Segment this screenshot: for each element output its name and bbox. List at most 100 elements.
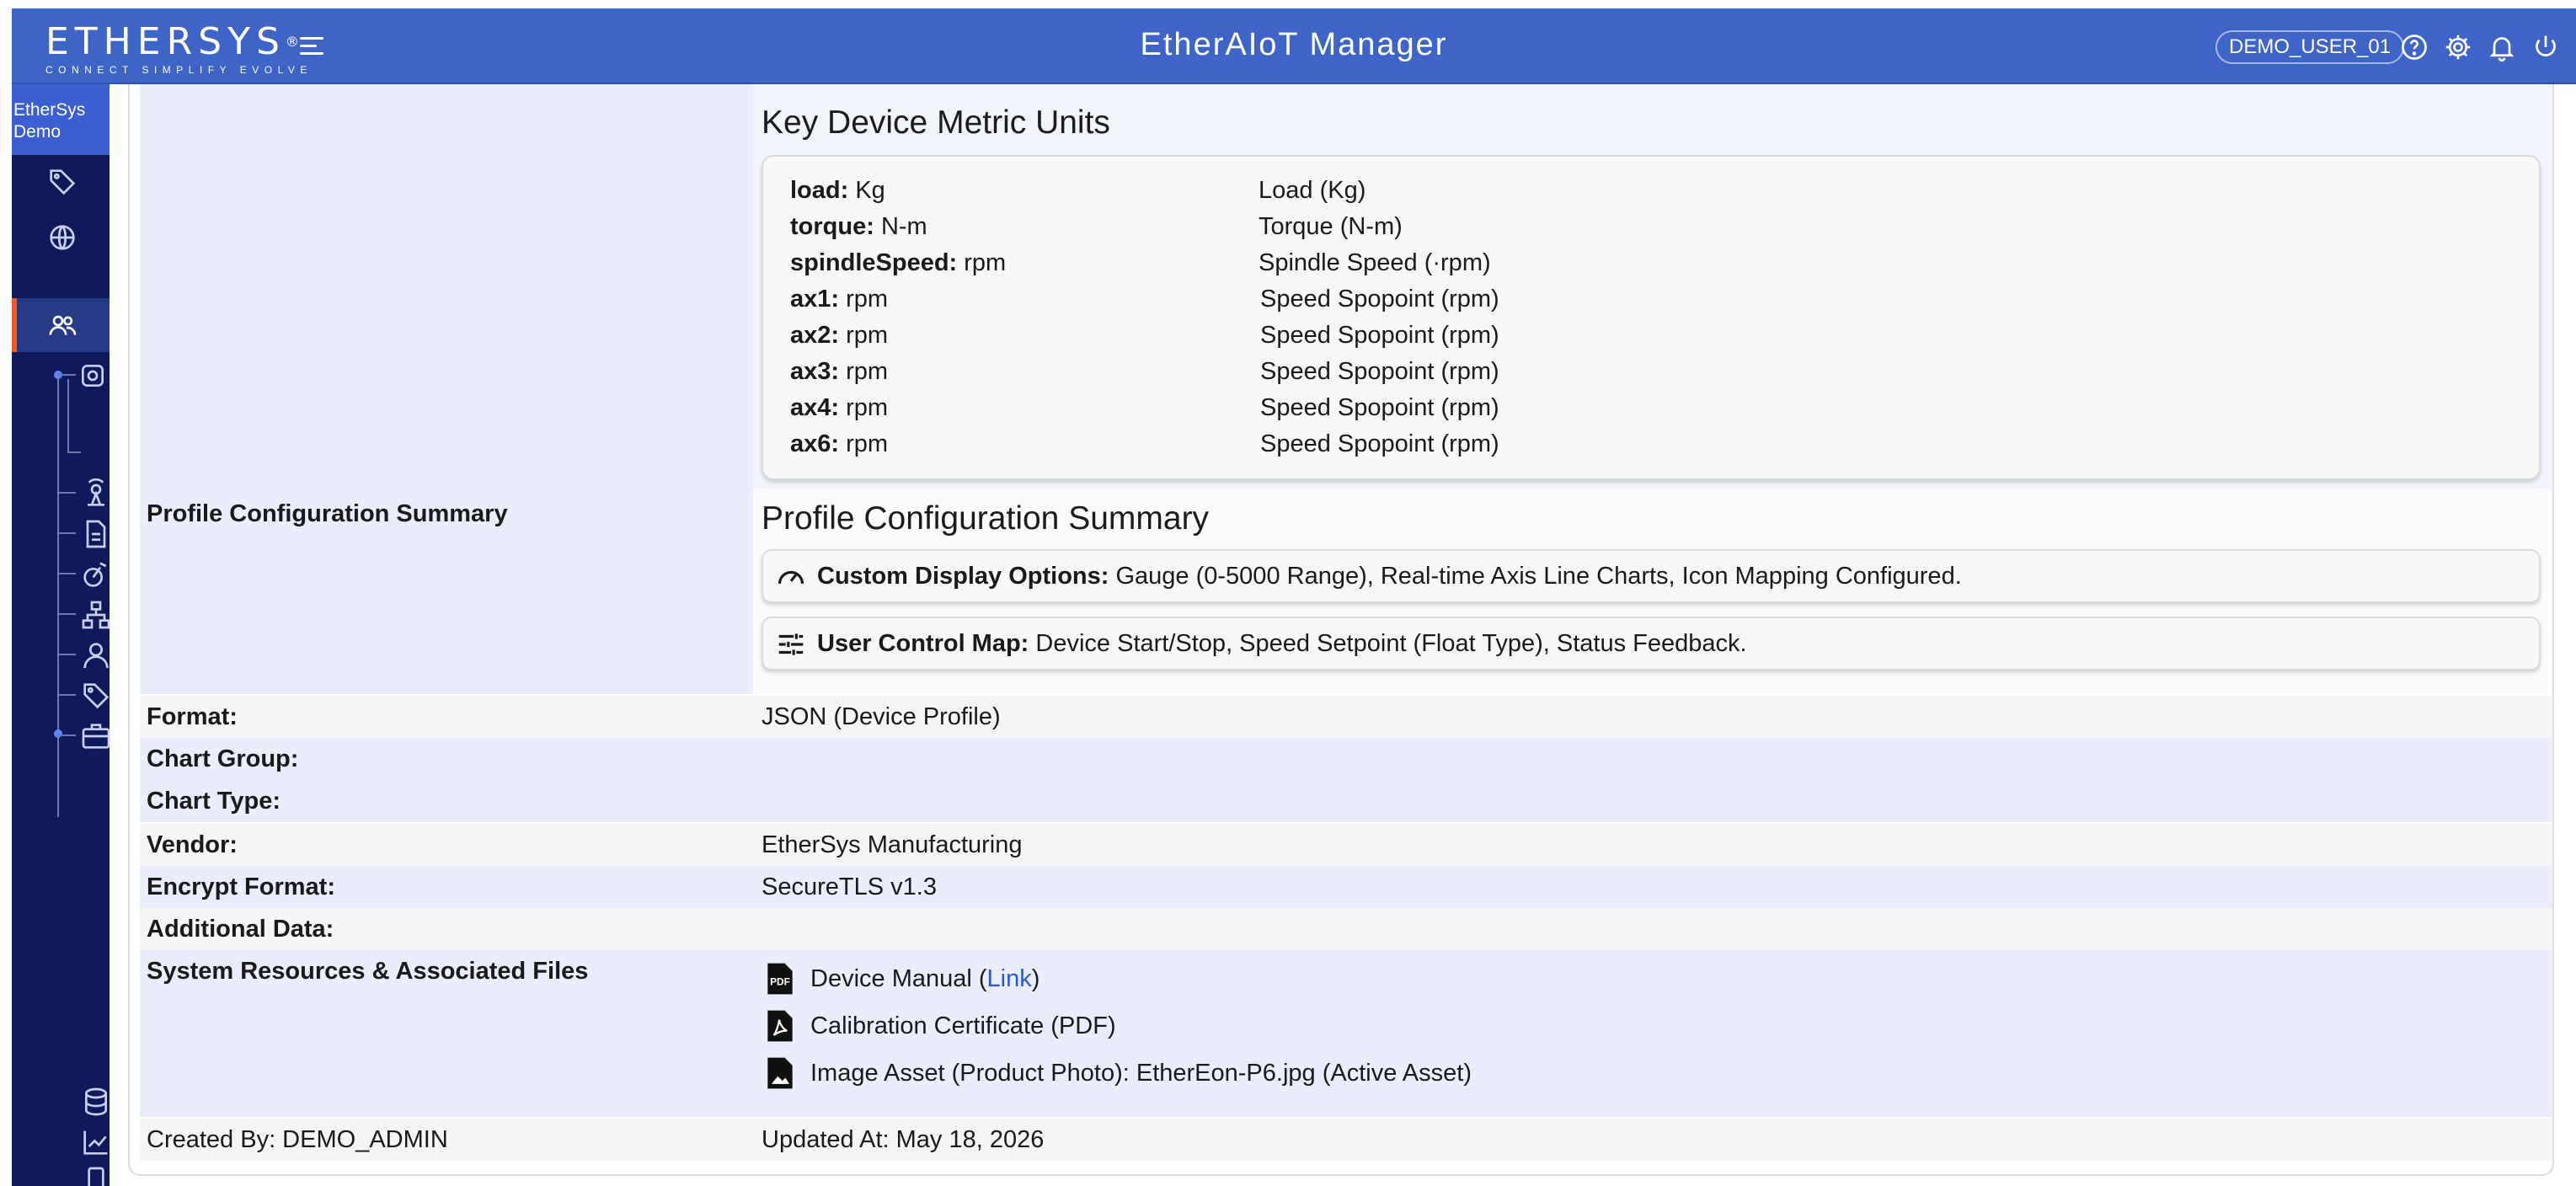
tree-branch: [57, 735, 76, 736]
tags-icon[interactable]: [79, 679, 113, 713]
metric-row-ax1: ax1: rpm: [790, 282, 888, 316]
calibration-certificate-item[interactable]: Calibration Certificate (PDF): [762, 1006, 1116, 1046]
user-badge[interactable]: DEMO_USER_01: [2215, 30, 2405, 64]
metric-key: ax1:: [790, 286, 840, 313]
chart-type-label: Chart Type:: [147, 788, 281, 815]
tree-line: [57, 371, 59, 817]
metric-desc: Speed Spopoint (rpm): [1260, 358, 1499, 385]
metric-desc: Torque (N-m): [1259, 213, 1403, 240]
globe-icon[interactable]: [45, 221, 79, 254]
control-map-value: Device Start/Stop, Speed Setpoint (Float…: [1035, 630, 1747, 657]
device-manual-link[interactable]: Link: [987, 965, 1032, 992]
vendor-value: EtherSys Manufacturing: [762, 831, 1023, 858]
metric-key: spindleSpeed:: [790, 249, 958, 276]
additional-data-row: Additional Data:: [140, 908, 2552, 950]
image-file-icon: [767, 1057, 793, 1089]
briefcase-icon[interactable]: [79, 719, 113, 753]
metric-key: ax4:: [790, 394, 840, 421]
org-label[interactable]: EtherSys Demo: [12, 84, 110, 155]
brand-logo[interactable]: ETHERSYS® CONNECT SIMPLIFY EVOLVE: [45, 22, 313, 77]
control-map-card: User Control Map: Device Start/Stop, Spe…: [762, 617, 2541, 670]
updated-at: Updated At: May 18, 2026: [762, 1126, 1045, 1153]
metric-unit: rpm: [846, 430, 889, 457]
metric-unit: rpm: [846, 322, 889, 349]
users-icon[interactable]: [45, 308, 79, 342]
window-frame-left: [0, 0, 12, 1186]
tree-branch: [57, 613, 76, 615]
tree-sub-branch: [67, 451, 81, 453]
device-manual-item: PDF Device Manual (Link): [762, 959, 1039, 999]
format-value: JSON (Device Profile): [762, 703, 1001, 730]
audit-row: Created By: DEMO_ADMIN Updated At: May 1…: [140, 1119, 2552, 1161]
camera-icon[interactable]: [76, 359, 110, 393]
format-label: Format:: [147, 703, 238, 730]
additional-data-label: Additional Data:: [147, 916, 334, 943]
calibration-certificate-text: Calibration Certificate (PDF): [810, 1012, 1116, 1039]
profile-summary-title: Profile Configuration Summary: [762, 500, 1210, 537]
metric-row-ax2: ax2: rpm: [790, 318, 888, 352]
format-row: Format: JSON (Device Profile): [140, 696, 2552, 738]
metric-unit: Kg: [855, 177, 885, 204]
tree-branch: [57, 694, 76, 696]
station-icon[interactable]: [79, 477, 113, 510]
encrypt-format-label: Encrypt Format:: [147, 873, 335, 900]
app-title: EtherAIoT Manager: [1140, 27, 1448, 62]
bell-icon[interactable]: [2487, 32, 2517, 62]
sliders-icon: [778, 633, 804, 655]
metric-units-card: load: Kg Load (Kg) torque: N-m Torque (N…: [762, 155, 2541, 480]
acrobat-file-icon: [767, 1010, 793, 1042]
metric-row-spindle-speed: spindleSpeed: rpm: [790, 246, 1006, 280]
menu-toggle-icon[interactable]: [297, 34, 327, 59]
document-icon[interactable]: [79, 517, 113, 551]
tree-branch: [57, 532, 76, 534]
device-manual-text: Device Manual (: [810, 965, 987, 992]
metric-key: ax6:: [790, 430, 840, 457]
metric-unit: rpm: [964, 249, 1007, 276]
metric-units-title: Key Device Metric Units: [762, 104, 1110, 141]
image-asset-text: Image Asset (Product Photo): EtherEon-P6…: [810, 1060, 1472, 1087]
svg-text:PDF: PDF: [770, 975, 790, 987]
image-asset-item[interactable]: Image Asset (Product Photo): EtherEon-P6…: [762, 1053, 1472, 1093]
metric-desc: Spindle Speed (·rpm): [1259, 249, 1491, 276]
metric-row-ax3: ax3: rpm: [790, 355, 888, 388]
tree-node-dot: [54, 729, 62, 738]
help-icon[interactable]: [2399, 32, 2429, 62]
person-icon[interactable]: [79, 638, 113, 672]
logo-tagline: CONNECT SIMPLIFY EVOLVE: [45, 64, 313, 76]
power-icon[interactable]: [2531, 32, 2561, 62]
hierarchy-icon[interactable]: [79, 598, 113, 632]
gear-icon[interactable]: [2443, 32, 2473, 62]
chart-icon[interactable]: [79, 1125, 113, 1159]
metric-desc: Speed Spopoint (rpm): [1260, 286, 1499, 313]
metric-unit: rpm: [846, 358, 889, 385]
created-by: Created By: DEMO_ADMIN: [147, 1126, 448, 1153]
metric-key: load:: [790, 177, 849, 204]
vendor-label: Vendor:: [147, 831, 238, 858]
vendor-row: Vendor: EtherSys Manufacturing: [140, 824, 2552, 866]
chart-group-label: Chart Group:: [147, 745, 299, 772]
sidebar: EtherSys Demo: [12, 84, 110, 1186]
metric-key: ax2:: [790, 322, 840, 349]
metric-desc: Speed Spopoint (rpm): [1260, 394, 1499, 421]
metric-row-torque: torque: N-m: [790, 210, 927, 243]
metric-row-load: load: Kg: [790, 174, 885, 207]
database-icon[interactable]: [79, 1085, 113, 1119]
chart-type-row: Chart Type:: [140, 780, 2552, 822]
metric-unit: N-m: [880, 213, 927, 240]
tree-branch: [57, 492, 76, 494]
device-manual-close: ): [1031, 965, 1040, 992]
metric-row-ax4: ax4: rpm: [790, 391, 888, 425]
tree-branch: [57, 374, 76, 376]
gauge-icon[interactable]: [79, 558, 113, 591]
metric-unit: rpm: [846, 394, 889, 421]
display-options-label: Custom Display Options:: [817, 563, 1109, 590]
metric-unit: rpm: [846, 286, 889, 313]
tree-branch: [57, 573, 76, 574]
chart-group-row: Chart Group:: [140, 738, 2552, 780]
profile-summary-label: Profile Configuration Summary: [147, 500, 508, 527]
tree-branch: [57, 654, 76, 655]
device-icon[interactable]: [79, 1164, 113, 1186]
tag-icon[interactable]: [45, 165, 79, 199]
window-frame-top: [0, 0, 2576, 8]
metric-desc: Speed Spopoint (rpm): [1260, 430, 1499, 457]
